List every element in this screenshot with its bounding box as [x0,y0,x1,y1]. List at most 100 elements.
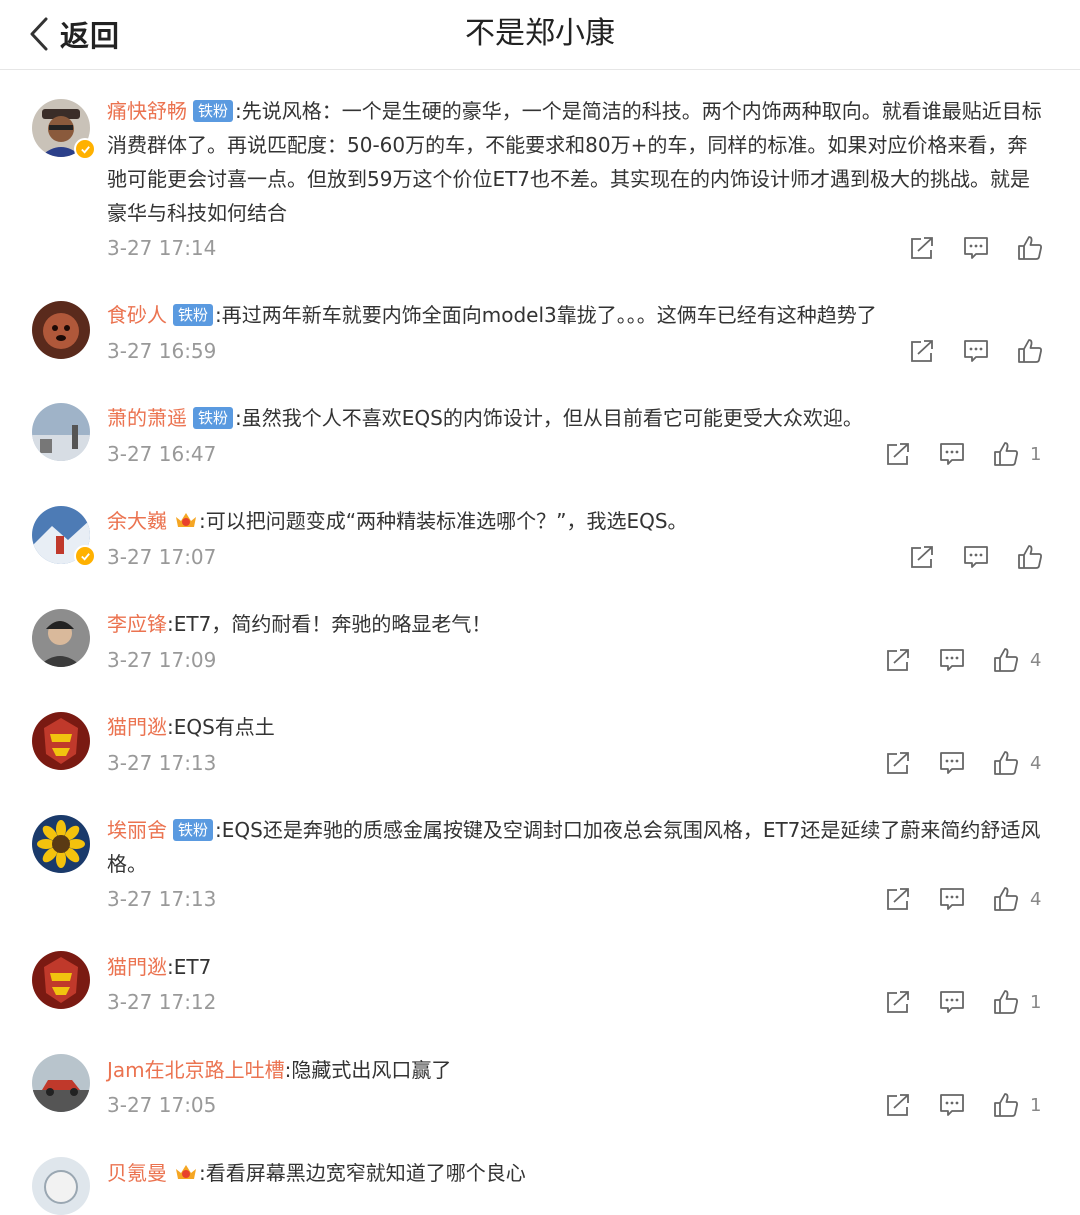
comment-time: 3-27 17:13 [107,887,217,911]
comment-time: 3-27 17:13 [107,751,217,775]
comment-button[interactable] [938,988,966,1016]
comment-time: 3-27 17:09 [107,648,217,672]
share-icon [911,546,933,568]
comment-icon [964,340,988,362]
fan-badge: 铁粉 [173,819,214,841]
comment-button[interactable] [962,234,990,262]
username-link[interactable]: 猫門逖 [107,955,167,979]
comment-body: :可以把问题变成“两种精装标准选哪个？”，我选EQS。 [199,509,688,533]
fan-badge: 铁粉 [173,304,214,326]
comment-body: :再过两年新车就要内饰全面向model3靠拢了。。。这俩车已经有这种趋势了 [215,303,877,327]
like-button[interactable]: 1 [992,988,1044,1016]
username-link[interactable]: 猫門逖 [107,715,167,739]
like-count: 4 [1030,649,1042,671]
username-link[interactable]: 埃丽舍 [107,818,167,842]
share-icon [887,752,909,774]
avatar[interactable] [32,301,90,359]
share-icon [911,237,933,259]
comment-button[interactable] [938,1091,966,1119]
like-button[interactable]: 4 [992,646,1044,674]
avatar[interactable] [32,403,90,461]
comment-text: 食砂人 铁粉:再过两年新车就要内饰全面向model3靠拢了。。。这俩车已经有这种趋… [107,298,1042,332]
avatar[interactable] [32,951,90,1009]
share-button[interactable] [884,440,912,468]
thumbs-up-icon [994,648,1018,672]
comment-button[interactable] [938,749,966,777]
comment-time: 3-27 17:07 [107,545,217,569]
username-link[interactable]: Jam在北京路上吐槽 [107,1058,285,1082]
comment-time: 3-27 17:14 [107,236,217,260]
top-bar: 返回 不是郑小康 [0,0,1080,70]
comment-actions: 4 [884,748,1044,778]
comment-body: :EQS有点土 [167,715,275,739]
comment-text: 猫門逖:ET7 [107,950,1042,984]
username-link[interactable]: 萧的萧遥 [107,406,187,430]
comment-icon [964,237,988,259]
comment-actions: 1 [884,987,1044,1017]
like-button[interactable]: 1 [992,1091,1044,1119]
share-icon [887,1094,909,1116]
thumbs-up-icon [1018,545,1042,569]
like-button[interactable]: 4 [992,749,1044,777]
comment-actions: 4 [884,884,1044,914]
comment-actions: 1 [884,439,1044,469]
comment-text: Jam在北京路上吐槽:隐藏式出风口赢了 [107,1053,1042,1087]
share-button[interactable] [908,234,936,262]
like-button[interactable] [1016,337,1044,365]
username-link[interactable]: 贝氪曼 [107,1161,167,1185]
thumbs-up-icon [994,1093,1018,1117]
comment-body: :先说风格：一个是生硬的豪华，一个是简洁的科技。两个内饰两种取向。就看谁最贴近目… [107,99,1042,225]
comment-text: 余大巍 :可以把问题变成“两种精装标准选哪个？”，我选EQS。 [107,504,1042,538]
comment-text: 李应锋:ET7，简约耐看！奔驰的略显老气！ [107,607,1042,641]
like-button[interactable] [1016,234,1044,262]
thumbs-up-icon [994,887,1018,911]
comment-button[interactable] [938,440,966,468]
share-button[interactable] [884,885,912,913]
like-button[interactable]: 4 [992,885,1044,913]
comment-button[interactable] [962,337,990,365]
comment-text: 猫門逖:EQS有点土 [107,710,1042,744]
username-link[interactable]: 李应锋 [107,612,167,636]
username-link[interactable]: 食砂人 [107,303,167,327]
share-button[interactable] [908,337,936,365]
username-link[interactable]: 余大巍 [107,509,167,533]
vip-crown-icon [176,513,196,527]
comment-time: 3-27 17:12 [107,990,217,1014]
avatar[interactable] [32,609,90,667]
comment-icon [940,1094,964,1116]
like-count: 1 [1030,991,1042,1013]
comment-body: :ET7，简约耐看！奔驰的略显老气！ [167,612,492,636]
share-button[interactable] [884,646,912,674]
thumbs-up-icon [994,442,1018,466]
comment-text: 痛快舒畅 铁粉:先说风格：一个是生硬的豪华，一个是简洁的科技。两个内饰两种取向。就… [107,94,1042,230]
avatar[interactable] [32,1157,90,1215]
comment-button[interactable] [962,543,990,571]
comment-icon [940,888,964,910]
comment-icon [940,443,964,465]
comment-icon [940,991,964,1013]
vip-crown-icon [176,1165,196,1179]
comment-button[interactable] [938,885,966,913]
avatar[interactable] [32,712,90,770]
share-icon [887,888,909,910]
comment-button[interactable] [938,646,966,674]
avatar[interactable] [32,815,90,873]
thumbs-up-icon [994,990,1018,1014]
username-link[interactable]: 痛快舒畅 [107,99,187,123]
verified-badge [74,138,96,160]
comment-body: :虽然我个人不喜欢EQS的内饰设计，但从目前看它可能更受大众欢迎。 [235,406,863,430]
avatar[interactable] [32,1054,90,1112]
share-icon [911,340,933,362]
share-button[interactable] [908,543,936,571]
like-button[interactable] [1016,543,1044,571]
like-button[interactable]: 1 [992,440,1044,468]
like-count: 4 [1030,888,1042,910]
fan-badge: 铁粉 [193,100,234,122]
comment-time: 3-27 16:47 [107,442,217,466]
share-icon [887,443,909,465]
share-button[interactable] [884,1091,912,1119]
share-button[interactable] [884,988,912,1016]
share-button[interactable] [884,749,912,777]
comment-body: :EQS还是奔驰的质感金属按键及空调封口加夜总会氛围风格，ET7还是延续了蔚来简… [107,818,1041,876]
comment-body: :看看屏幕黑边宽窄就知道了哪个良心 [199,1161,526,1185]
